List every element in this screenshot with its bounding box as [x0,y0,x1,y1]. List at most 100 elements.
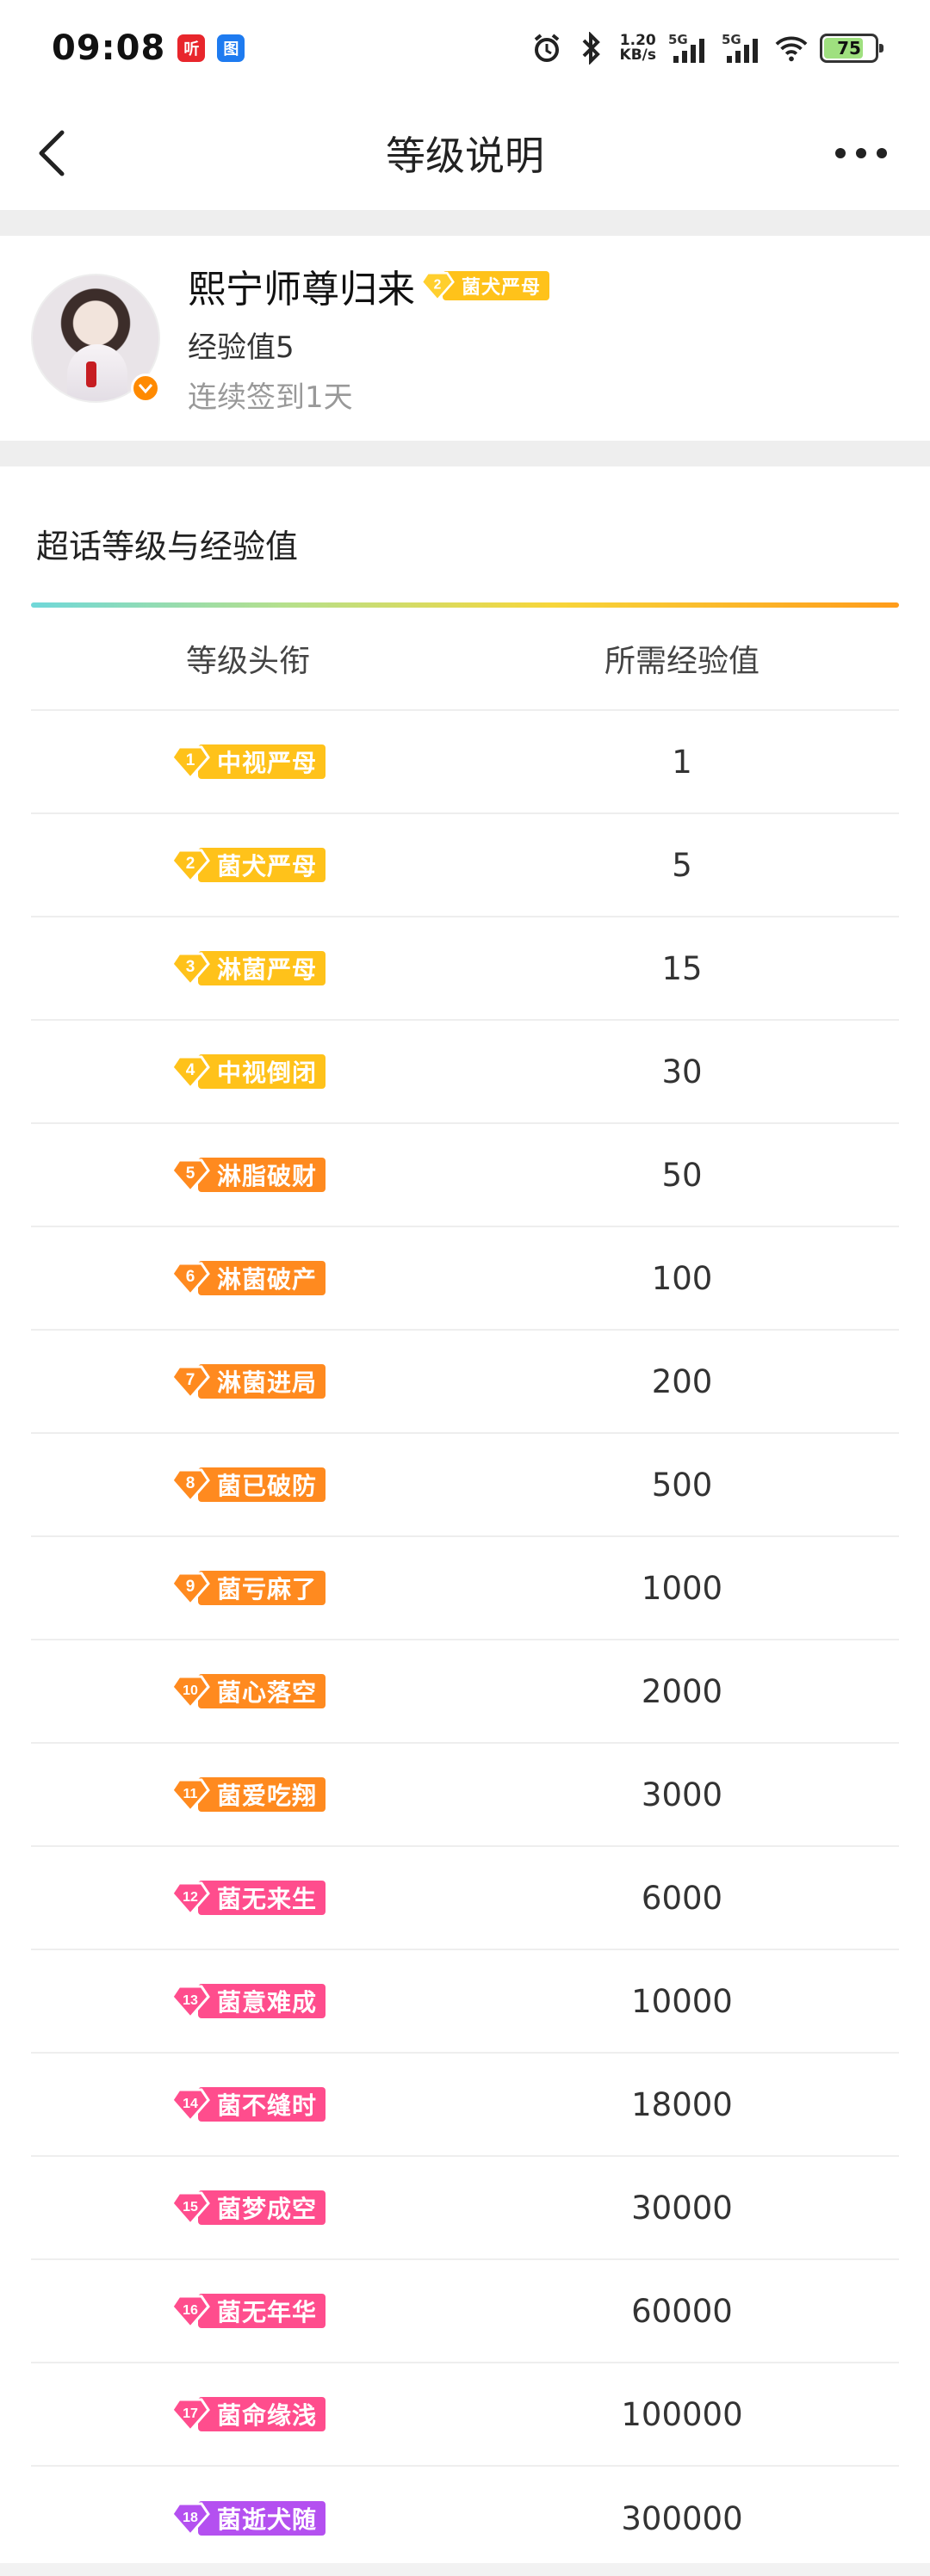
nav-bar: 等级说明 [0,96,930,210]
level-diamond-icon: 15 [170,2191,210,2227]
required-exp: 300000 [621,2499,743,2537]
required-exp: 200 [651,1362,713,1400]
profile-exp: 经验值5 [188,330,294,365]
divider-band-2 [0,441,930,466]
table-row: 8 菌已破防 500 [31,1434,899,1537]
level-title: 淋菌严母 [197,951,326,985]
section-title: 超话等级与经验值 [36,528,299,565]
level-diamond-icon: 14 [170,2088,210,2123]
header-required-exp: 所需经验值 [604,644,760,679]
level-diamond-icon: 18 [170,2502,210,2537]
header-level-title: 等级头衔 [185,644,310,679]
required-exp: 6000 [641,1879,723,1917]
level-badge: 13 菌意难成 [170,1984,326,2020]
level-diamond-icon: 6 [170,1262,210,1297]
level-badge: 6 淋菌破产 [170,1261,326,1297]
svg-text:1: 1 [186,751,195,769]
required-exp: 5 [672,846,692,884]
profile-name-row: 熙宁师尊归来 2 菌犬严母 [188,258,550,313]
table-row: 13 菌意难成 10000 [31,1950,899,2054]
table-row: 3 淋菌严母 15 [31,917,899,1021]
level-title: 菌不缝时 [197,2087,326,2122]
table-row: 17 菌命缘浅 100000 [31,2363,899,2467]
svg-text:9: 9 [186,1578,195,1596]
level-title: 菌梦成空 [197,2190,326,2225]
required-exp: 1 [672,743,692,781]
level-title: 菌无年华 [197,2294,326,2328]
required-exp: 30000 [631,2189,733,2227]
level-title: 菌亏麻了 [197,1571,326,1605]
level-title: 菌心落空 [197,1674,326,1708]
required-exp: 1000 [641,1569,723,1607]
level-diamond-icon: 10 [170,1675,210,1710]
bottom-band [0,2563,930,2576]
level-diamond-icon: 13 [170,1985,210,2020]
table-row: 6 淋菌破产 100 [31,1227,899,1331]
svg-text:14: 14 [183,2097,198,2111]
table-row: 14 菌不缝时 18000 [31,2054,899,2157]
level-diamond-icon: 8 [170,1468,210,1504]
level-badge: 7 淋菌进局 [170,1364,326,1400]
photo-app-icon: 图 [217,34,245,62]
level-title: 菌爱吃翔 [197,1777,326,1812]
required-exp: 100 [651,1259,713,1297]
svg-text:8: 8 [186,1474,195,1492]
level-title: 菌已破防 [197,1467,326,1502]
required-exp: 100000 [621,2395,743,2433]
svg-text:12: 12 [183,1890,198,1905]
level-title: 菌逝犬随 [197,2501,326,2536]
level-diamond-icon: 1 [170,745,210,781]
level-title: 菌无来生 [197,1881,326,1915]
required-exp: 3000 [641,1776,723,1813]
back-button[interactable] [26,127,78,179]
level-title: 中视严母 [197,744,326,779]
required-exp: 50 [661,1156,703,1194]
required-exp: 18000 [631,2085,733,2123]
level-diamond-icon: 17 [170,2398,210,2433]
level-title: 淋菌破产 [197,1261,326,1295]
more-dots-icon [835,148,887,158]
table-body: 1 中视严母 1 2 菌犬严母 5 3 淋菌严母 15 4 中视倒闭 30 5 淋脂破财 50 6 淋菌破产 10… [31,711,899,2570]
music-app-icon: 听 [177,34,206,62]
level-badge: 18 菌逝犬随 [170,2501,326,2537]
svg-text:18: 18 [183,2511,198,2525]
profile-checkin: 连续签到1天 [188,380,353,415]
svg-text:2: 2 [434,277,442,292]
svg-text:17: 17 [183,2406,198,2421]
verified-icon [131,374,160,403]
required-exp: 10000 [631,1982,733,2020]
level-badge: 9 菌亏麻了 [170,1571,326,1607]
table-row: 9 菌亏麻了 1000 [31,1537,899,1640]
table-row: 5 淋脂破财 50 [31,1124,899,1227]
level-diamond-icon: 4 [170,1055,210,1090]
required-exp: 500 [651,1466,713,1504]
level-badge: 5 淋脂破财 [170,1158,326,1194]
svg-text:5: 5 [186,1164,195,1183]
table-row: 7 淋菌进局 200 [31,1331,899,1434]
bluetooth-icon [575,32,608,65]
svg-text:13: 13 [183,1993,198,2008]
svg-text:11: 11 [183,1787,198,1801]
required-exp: 15 [661,949,703,987]
required-exp: 2000 [641,1672,723,1710]
level-title: 淋菌进局 [197,1364,326,1399]
more-button[interactable] [827,138,896,169]
level-title: 菌意难成 [197,1984,326,2018]
table-row: 16 菌无年华 60000 [31,2260,899,2363]
status-bar: 09:08 听 图 1.20 KB/s 5G 5G 75 [0,0,930,96]
level-badge: 14 菌不缝时 [170,2087,326,2123]
chevron-left-icon [39,130,65,176]
level-badge: 10 菌心落空 [170,1674,326,1710]
level-badge: 17 菌命缘浅 [170,2397,326,2433]
signal-icon-2: 5G [722,32,763,65]
profile-level-title: 菌犬严母 [443,271,550,300]
level-badge: 1 中视严母 [170,744,326,781]
svg-text:6: 6 [186,1268,195,1286]
level-badge: 2 菌犬严母 [170,848,326,884]
page-title: 等级说明 [386,133,544,179]
level-title: 淋脂破财 [197,1158,326,1192]
level-diamond-icon: 5 [170,1158,210,1194]
level-badge: 15 菌梦成空 [170,2190,326,2227]
table-row: 1 中视严母 1 [31,711,899,814]
table-row: 11 菌爱吃翔 3000 [31,1744,899,1847]
